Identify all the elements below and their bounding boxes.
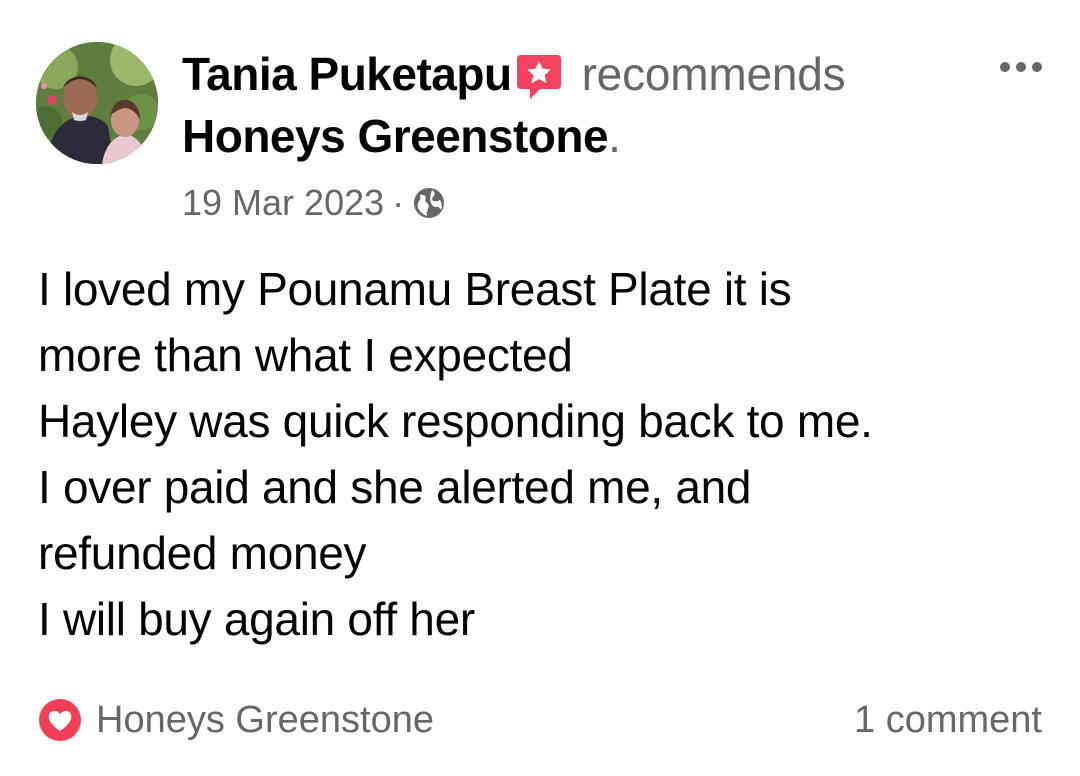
post-body-line: I over paid and she alerted me, and	[38, 461, 752, 513]
post-body-line: Hayley was quick responding back to me.	[38, 395, 873, 447]
heart-badge-icon	[38, 698, 82, 742]
post-body-line: more than what I expected	[38, 329, 573, 381]
recommend-star-badge-icon	[516, 53, 562, 101]
reactions-summary[interactable]: Honeys Greenstone	[38, 694, 434, 746]
author-name-link[interactable]: Tania Puketapu	[182, 47, 512, 101]
post-header-page-line: Honeys Greenstone.	[182, 108, 621, 164]
meta-separator: ·	[392, 182, 405, 223]
header-period: .	[608, 110, 621, 162]
more-dot	[1032, 62, 1042, 72]
page-name-link[interactable]: Honeys Greenstone	[182, 109, 609, 163]
post-timestamp-link[interactable]: 19 Mar 2023	[182, 182, 384, 224]
comment-count-link[interactable]: 1 comment	[854, 694, 1042, 746]
globe-icon[interactable]	[412, 186, 446, 220]
recommendation-post-card: Tania Puketapu recommends Honeys Greenst…	[0, 0, 1080, 776]
avatar-photo-image	[36, 42, 158, 164]
post-meta: 19 Mar 2023 ·	[182, 178, 446, 228]
post-body-line: refunded money	[38, 527, 367, 579]
post-body-line: I loved my Pounamu Breast Plate it is	[38, 263, 792, 315]
more-dot	[1016, 62, 1026, 72]
reactions-page-name: Honeys Greenstone	[96, 698, 434, 741]
more-options-icon[interactable]	[994, 50, 1048, 84]
more-dot	[1000, 62, 1010, 72]
post-body: I loved my Pounamu Breast Plate it is mo…	[38, 256, 1048, 652]
post-body-line: I will buy again off her	[38, 593, 475, 645]
recommends-action-text: recommends	[581, 48, 846, 100]
post-header-line: Tania Puketapu recommends	[182, 44, 846, 104]
author-avatar[interactable]	[36, 42, 158, 164]
